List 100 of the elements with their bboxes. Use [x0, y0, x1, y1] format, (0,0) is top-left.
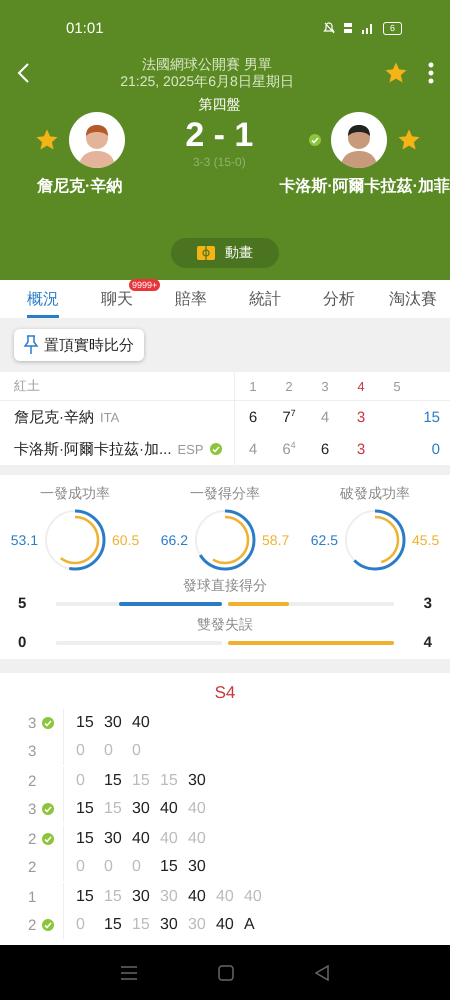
stat-value: 53.1	[10, 532, 38, 548]
point-value: 30	[188, 916, 207, 934]
point-value: 15	[104, 800, 123, 818]
stat-label: 一發得分率	[190, 485, 260, 503]
point-value: 0	[76, 858, 86, 876]
star-icon[interactable]	[384, 61, 408, 85]
clock: 01:01	[66, 20, 104, 36]
set-label: 第四盤	[198, 96, 240, 114]
set-number: 1	[235, 372, 271, 401]
set-heading: S4	[214, 683, 236, 703]
count-badge: 9999+	[129, 279, 160, 291]
point-value: 30	[104, 830, 123, 848]
set-score: 4	[320, 408, 330, 426]
country-code: ITA	[100, 410, 120, 424]
battery-icon: 6	[382, 22, 402, 34]
point-value: 30	[188, 858, 207, 876]
star-icon[interactable]	[34, 128, 59, 152]
point-value: 15	[76, 888, 95, 906]
point-value: 15	[76, 800, 95, 818]
player-name: 詹尼克·辛納	[37, 176, 122, 197]
surface-label: 紅土	[0, 372, 235, 401]
point-value: 40	[160, 800, 179, 818]
point-value: 40	[216, 888, 235, 906]
more-icon[interactable]	[428, 62, 434, 84]
player-name: 卡洛斯·阿爾卡拉茲·加...	[14, 440, 172, 458]
point-value: 0	[76, 772, 86, 790]
point-value: 0	[132, 858, 142, 876]
match-title: 法國網球公開賽 男單	[142, 56, 272, 73]
set-score: 3	[356, 408, 366, 426]
set-score: 4	[248, 440, 258, 458]
point-value: 15	[76, 830, 95, 848]
home-icon[interactable]	[218, 964, 234, 980]
menu-icon[interactable]	[120, 966, 137, 980]
pin-icon	[24, 335, 38, 355]
set-score: 6	[248, 408, 258, 426]
stat-value: 58.7	[262, 532, 290, 548]
set-score: 6$^{4}$	[282, 440, 296, 458]
pin-score-button[interactable]: 置頂實時比分	[14, 329, 144, 361]
point-value: 15	[132, 772, 151, 790]
point-value: 0	[76, 916, 86, 934]
games-count: 3	[28, 714, 36, 732]
point-value: 15	[104, 772, 123, 790]
point-value: 30	[160, 888, 179, 906]
point-value: 40	[160, 830, 179, 848]
point-value: 30	[132, 800, 151, 818]
point-value: A	[244, 916, 256, 934]
tab[interactable]: 概況	[6, 280, 80, 318]
animation-button[interactable]: 動畫	[171, 238, 279, 268]
signal-icon	[360, 22, 375, 34]
point-value: 40	[188, 800, 207, 818]
stat-label: 發球直接得分	[182, 577, 268, 595]
point-value: 30	[188, 772, 207, 790]
point-value: 15	[132, 916, 151, 934]
match-date: 21:25, 2025年6月8日星期日	[120, 73, 294, 90]
point-value: 0	[104, 858, 114, 876]
stat-value: 60.5	[112, 532, 140, 548]
point-value: 40	[188, 830, 207, 848]
game-score: 3-3 (15-0)	[193, 155, 246, 169]
tab[interactable]: 分析	[302, 280, 376, 318]
stat-value: 5	[18, 595, 28, 612]
ring-gauge	[342, 507, 408, 573]
tab[interactable]: 淘汰賽	[376, 280, 450, 318]
point-value: 30	[132, 888, 151, 906]
set-score: 6	[320, 440, 330, 458]
set-number: 5	[379, 372, 415, 401]
point-value: 40	[244, 888, 263, 906]
stat-value: 0	[18, 634, 28, 651]
point-value: 30	[160, 916, 179, 934]
stat-label: 破發成功率	[340, 485, 410, 503]
games-count: 1	[28, 888, 36, 906]
point-score: 0	[432, 440, 440, 458]
stat-value: 4	[422, 634, 432, 651]
pitch-icon	[197, 246, 215, 260]
set-score: 7$^{7}$	[282, 408, 296, 426]
set-number: 3	[307, 372, 343, 401]
stat-value: 45.5	[412, 532, 440, 548]
set-score: 3	[356, 440, 366, 458]
games-count: 2	[28, 858, 36, 876]
stat-value: 66.2	[160, 532, 188, 548]
stat-value: 62.5	[310, 532, 338, 548]
set-number: 2	[271, 372, 307, 401]
games-count: 2	[28, 830, 36, 848]
point-value: 15	[160, 858, 179, 876]
ring-gauge	[192, 507, 258, 573]
games-count: 3	[28, 742, 36, 760]
back-icon[interactable]	[315, 964, 330, 980]
match-score: 2 - 1	[185, 116, 254, 155]
stat-value: 3	[422, 595, 432, 612]
stat-label: 雙發失誤	[196, 616, 254, 634]
point-value: 0	[132, 742, 142, 760]
point-value: 0	[104, 742, 114, 760]
tab[interactable]: 統計	[228, 280, 302, 318]
games-count: 2	[28, 772, 36, 790]
star-icon[interactable]	[396, 128, 421, 152]
country-code: ESP	[178, 442, 204, 456]
point-value: 40	[188, 888, 207, 906]
ring-gauge	[42, 507, 108, 573]
point-value: 40	[132, 830, 151, 848]
point-value: 15	[104, 916, 123, 934]
point-value: 15	[76, 714, 95, 732]
